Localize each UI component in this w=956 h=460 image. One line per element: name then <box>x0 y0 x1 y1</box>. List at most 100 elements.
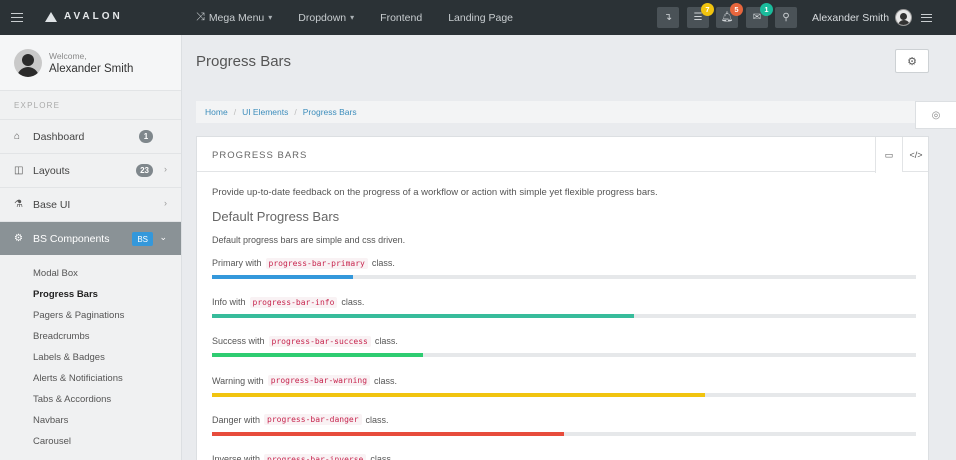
progress-label-prefix: Info with <box>212 297 246 308</box>
breadcrumb-separator: / <box>294 107 297 117</box>
sidebar-subitem[interactable]: Carousel <box>33 436 71 447</box>
progress-track <box>212 392 916 397</box>
progress-label-suffix: class. <box>374 375 398 386</box>
avatar <box>14 49 42 77</box>
sidebar-subitem[interactable]: Tabs & Accordions <box>33 394 111 405</box>
search-button[interactable]: ⚲ <box>775 7 797 28</box>
breadcrumb-ui-elements[interactable]: UI Elements <box>242 107 288 117</box>
progress-row: Danger with progress-bar-danger class. <box>212 413 916 436</box>
top-navbar: AVALON ⤨ Mega Menu ▾ Dropdown ▾ Frontend… <box>0 0 956 35</box>
sidebar-subitem[interactable]: Navbars <box>33 415 68 426</box>
user-name: Alexander Smith <box>812 11 890 24</box>
sidebar-item-dashboard[interactable]: ⌂ Dashboard 1 <box>0 119 181 153</box>
progress-row: Success with progress-bar-success class. <box>212 334 916 358</box>
notifications-button[interactable]: 🔔︎ 5 <box>716 3 743 28</box>
progress-class-code: progress-bar-inverse <box>264 453 367 460</box>
panel-title: PROGRESS BARS <box>212 150 308 161</box>
nav-label: Landing Page <box>448 11 514 24</box>
sidebar-toggle-icon[interactable] <box>11 13 23 22</box>
brand-logo[interactable]: AVALON <box>45 11 123 22</box>
breadcrumb-progress-bars[interactable]: Progress Bars <box>303 107 357 117</box>
sidebar-item-bs-components[interactable]: ⚙ BS Components BS ⌄ <box>0 221 181 255</box>
top-nav: ⤨ Mega Menu ▾ Dropdown ▾ Frontend Landin… <box>196 0 513 35</box>
section-label: EXPLORE <box>14 101 61 110</box>
sidebar-item-layouts[interactable]: ◫ Layouts 23 › <box>0 153 181 187</box>
nav-landing-page[interactable]: Landing Page <box>448 12 513 24</box>
nav-dropdown[interactable]: Dropdown ▾ <box>298 12 354 24</box>
messages-button[interactable]: ✉ 1 <box>746 3 773 28</box>
progress-class-code: progress-bar-warning <box>267 375 371 387</box>
breadcrumb-home[interactable]: Home <box>205 107 228 117</box>
nav-frontend[interactable]: Frontend <box>380 12 422 24</box>
list-icon: ☰ <box>693 12 703 23</box>
progress-label: Danger with progress-bar-danger class. <box>212 413 916 427</box>
count-badge: 23 <box>136 164 153 177</box>
level-up-icon: ↴ <box>663 12 673 23</box>
breadcrumb: Home / UI Elements / Progress Bars <box>196 101 941 123</box>
chevron-down-icon: ▾ <box>268 13 273 22</box>
progress-label: Primary with progress-bar-primary class. <box>212 256 916 270</box>
progress-label-suffix: class. <box>371 258 395 268</box>
sidebar-item-label: Base UI <box>33 198 71 211</box>
progress-row: Warning with progress-bar-warning class. <box>212 374 916 397</box>
envelope-icon: ✉ <box>752 12 762 23</box>
progress-label: Success with progress-bar-success class. <box>212 334 916 348</box>
sidebar-subitem-active[interactable]: Progress Bars <box>33 289 98 300</box>
progress-label-prefix: Inverse with <box>212 454 261 460</box>
progress-label-suffix: class. <box>365 414 389 425</box>
progress-bar-fill <box>212 353 424 358</box>
sidebar-item-label: BS Components <box>33 232 110 245</box>
tab-preview[interactable]: ▭ <box>875 137 902 173</box>
progress-label-prefix: Danger with <box>212 414 261 425</box>
desktop-icon: ▭ <box>884 149 894 160</box>
section-heading: Default Progress Bars <box>212 209 340 224</box>
progress-track <box>212 353 916 358</box>
progress-bar-fill <box>212 314 635 319</box>
sidebar-item-base-ui[interactable]: ⚗ Base UI › <box>0 187 181 221</box>
nav-label: Frontend <box>380 11 423 24</box>
sidebar-subitem[interactable]: Pagers & Paginations <box>33 310 124 321</box>
code-icon: </> <box>909 149 923 160</box>
chevron-down-icon: ▾ <box>350 13 355 22</box>
theme-settings-tab[interactable]: ◎ <box>915 101 956 129</box>
progress-class-code: progress-bar-info <box>249 296 338 308</box>
level-up-button[interactable]: ↴ <box>657 7 679 28</box>
sidebar-profile: Welcome, Alexander Smith <box>0 35 181 91</box>
sidebar-subitem[interactable]: Breadcrumbs <box>33 331 90 342</box>
columns-icon: ◫ <box>14 165 24 176</box>
sidebar-subitem[interactable]: Alerts & Notificiations <box>33 373 123 384</box>
right-panel-toggle-icon[interactable] <box>921 14 932 22</box>
notifications-badge: 5 <box>730 3 743 16</box>
profile-name: Alexander Smith <box>49 63 134 75</box>
palette-icon: ◎ <box>931 109 941 121</box>
sidebar: Welcome, Alexander Smith EXPLORE ⌂ Dashb… <box>0 35 182 460</box>
gear-icon: ⚙ <box>907 55 917 68</box>
progress-label: Info with progress-bar-info class. <box>212 295 916 309</box>
progress-label-suffix: class. <box>341 297 365 308</box>
sidebar-item-label: Dashboard <box>33 130 85 143</box>
progress-row: Inverse with progress-bar-inverse class. <box>212 452 916 460</box>
chevron-down-icon: ⌄ <box>159 232 167 242</box>
sidebar-subitem[interactable]: Labels & Badges <box>33 352 105 363</box>
user-menu[interactable]: Alexander Smith <box>812 0 913 35</box>
progress-label-suffix: class. <box>374 336 398 347</box>
nav-mega-menu[interactable]: ⤨ Mega Menu ▾ <box>196 11 272 24</box>
home-icon: ⌂ <box>14 131 21 142</box>
avatar <box>895 9 913 26</box>
progress-bar-fill <box>212 392 705 397</box>
progress-bar-fill <box>212 431 564 436</box>
cogs-icon: ⚙ <box>14 233 23 244</box>
tab-code[interactable]: </> <box>902 137 929 172</box>
sidebar-subitem[interactable]: Modal Box <box>33 268 78 279</box>
progress-bar-fill <box>212 275 353 279</box>
progress-class-code: progress-bar-success <box>268 335 371 347</box>
progress-label-prefix: Primary with <box>212 258 262 268</box>
shuffle-icon: ⤨ <box>196 11 205 23</box>
tasks-button[interactable]: ☰ 7 <box>687 3 714 28</box>
main-content: Progress Bars ⚙ Home / UI Elements / Pro… <box>182 35 956 460</box>
progress-row: Primary with progress-bar-primary class. <box>212 256 916 279</box>
bs-tag-badge: BS <box>132 232 153 246</box>
progress-track <box>212 314 916 319</box>
settings-button[interactable]: ⚙ <box>895 49 929 73</box>
progress-track <box>212 431 916 436</box>
